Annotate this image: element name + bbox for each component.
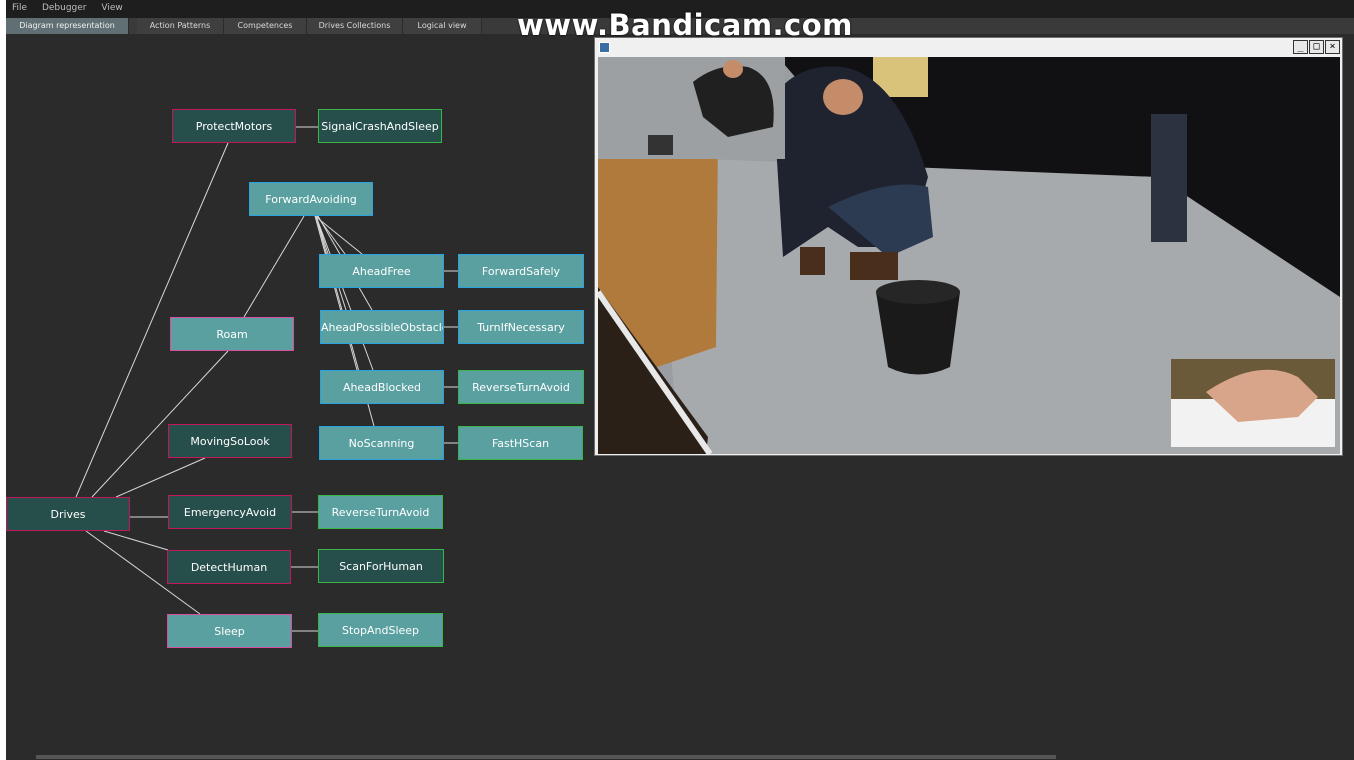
camera-scene-image: [598, 57, 1340, 454]
node-scan-for-human[interactable]: ScanForHuman: [318, 549, 444, 583]
video-window: _ □ ×: [594, 37, 1343, 456]
edge: [103, 530, 169, 551]
node-stop-and-sleep[interactable]: StopAndSleep: [318, 613, 443, 647]
node-ahead-free[interactable]: AheadFree: [319, 254, 444, 288]
node-forward-avoiding[interactable]: ForwardAvoiding: [249, 182, 373, 216]
node-reverse-turn-avoid[interactable]: ReverseTurnAvoid: [318, 495, 443, 529]
node-emergency-avoid[interactable]: EmergencyAvoid: [168, 495, 292, 529]
video-window-titlebar[interactable]: _ □ ×: [595, 38, 1342, 56]
node-sleep[interactable]: Sleep: [167, 614, 292, 648]
edge: [243, 215, 305, 318]
node-signal-crash-and-sleep[interactable]: SignalCrashAndSleep: [318, 109, 442, 143]
horizontal-scrollbar[interactable]: [36, 755, 1056, 759]
node-reverse-turn-avoid-competence[interactable]: ReverseTurnAvoid: [458, 370, 584, 404]
node-moving-so-look[interactable]: MovingSoLook: [168, 424, 292, 458]
node-ahead-blocked[interactable]: AheadBlocked: [320, 370, 444, 404]
minimize-icon[interactable]: _: [1293, 40, 1308, 54]
node-protect-motors[interactable]: ProtectMotors: [172, 109, 296, 143]
window-controls: _ □ ×: [1292, 40, 1340, 54]
camera-video-feed: [598, 57, 1340, 454]
node-no-scanning[interactable]: NoScanning: [319, 426, 444, 460]
edge: [315, 215, 374, 371]
edge: [314, 215, 358, 371]
node-fast-h-scan[interactable]: FastHScan: [458, 426, 583, 460]
node-drives-root[interactable]: Drives: [6, 497, 130, 531]
node-roam[interactable]: Roam: [170, 317, 294, 351]
maximize-icon[interactable]: □: [1309, 40, 1324, 54]
node-forward-safely[interactable]: ForwardSafely: [458, 254, 584, 288]
window-app-icon: [599, 42, 610, 53]
edge: [115, 457, 206, 498]
close-icon[interactable]: ×: [1325, 40, 1340, 54]
node-ahead-possible-obstacle[interactable]: AheadPossibleObstacle: [320, 310, 444, 344]
node-detect-human[interactable]: DetectHuman: [167, 550, 291, 584]
node-turn-if-necessary[interactable]: TurnIfNecessary: [458, 310, 584, 344]
